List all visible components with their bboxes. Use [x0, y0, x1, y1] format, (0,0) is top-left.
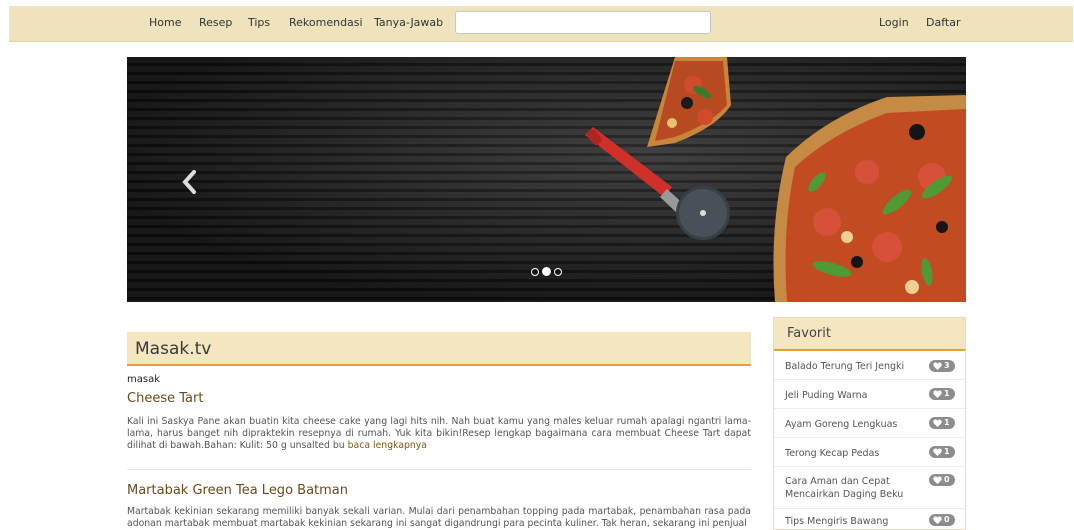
favorite-item[interactable]: Cara Aman dan Cepat Mencairkan Daging Be…: [774, 467, 965, 509]
favorite-item[interactable]: Tips Mengiris Bawang 0: [774, 509, 965, 530]
hero-carousel: [127, 57, 966, 302]
site-title: Masak.tv: [135, 339, 212, 359]
favorites-header: Favorit: [774, 318, 965, 351]
article-excerpt: Martabak kekinian sekarang memiliki bany…: [127, 506, 751, 530]
heart-icon: [933, 476, 942, 484]
chevron-left-icon: [182, 170, 196, 194]
like-count-badge: 1: [929, 446, 955, 458]
like-count: 0: [944, 475, 950, 484]
top-navbar: Home Resep Tips Rekomendasi Tanya-Jawab …: [9, 6, 1073, 42]
favorite-item-label: Ayam Goreng Lengkuas: [785, 419, 898, 430]
like-count-badge: 0: [929, 474, 955, 486]
heart-icon: [933, 390, 942, 398]
read-more-link[interactable]: baca lengkapnya: [348, 440, 427, 451]
favorite-item-label: Tips Mengiris Bawang: [785, 516, 889, 527]
register-link[interactable]: Daftar: [926, 16, 960, 29]
favorite-item[interactable]: Jeli Puding Warna 1: [774, 380, 965, 409]
like-count-badge: 3: [929, 360, 955, 372]
nav-home[interactable]: Home: [149, 16, 181, 29]
favorite-item-label: Terong Kecap Pedas: [785, 448, 880, 459]
favorite-item[interactable]: Terong Kecap Pedas 1: [774, 438, 965, 467]
favorite-item-label: Jeli Puding Warna: [785, 390, 868, 401]
login-link[interactable]: Login: [879, 16, 909, 29]
pizza: [773, 95, 966, 302]
like-count: 1: [944, 389, 950, 398]
main-panel-header: Masak.tv: [127, 332, 751, 366]
like-count: 1: [944, 447, 950, 456]
carousel-dot-1[interactable]: [531, 268, 539, 276]
heart-icon: [933, 516, 942, 524]
like-count: 3: [944, 361, 950, 370]
favorite-item[interactable]: Balado Terung Teri Jengki 3: [774, 351, 965, 380]
nav-tips[interactable]: Tips: [248, 16, 270, 29]
like-count: 1: [944, 418, 950, 427]
search-input[interactable]: [455, 11, 711, 34]
like-count-badge: 1: [929, 417, 955, 429]
favorites-title: Favorit: [787, 326, 831, 341]
article-excerpt-text: Martabak kekinian sekarang memiliki bany…: [127, 506, 751, 529]
favorite-item-label: Balado Terung Teri Jengki: [785, 361, 905, 372]
article-title[interactable]: Martabak Green Tea Lego Batman: [127, 483, 348, 498]
article-excerpt-text: Kali ini Saskya Pane akan buatin kita ch…: [127, 416, 751, 451]
article-title[interactable]: Cheese Tart: [127, 391, 203, 406]
site-tagline: masak: [127, 374, 160, 385]
like-count-badge: 1: [929, 388, 955, 400]
nav-tanya-jawab[interactable]: Tanya-Jawab: [374, 16, 443, 29]
carousel-prev-button[interactable]: [179, 169, 201, 195]
heart-icon: [933, 419, 942, 427]
heart-icon: [933, 362, 942, 370]
carousel-dot-3[interactable]: [554, 268, 562, 276]
pizza-slice: [647, 57, 731, 147]
article-divider: [127, 469, 751, 470]
carousel-image: [585, 57, 966, 302]
nav-rekomendasi[interactable]: Rekomendasi: [289, 16, 363, 29]
favorites-panel: Favorit Balado Terung Teri Jengki 3 Jeli…: [773, 317, 966, 530]
nav-resep[interactable]: Resep: [199, 16, 232, 29]
carousel-dot-2[interactable]: [542, 267, 551, 276]
like-count: 0: [944, 515, 950, 524]
carousel-indicators: [531, 267, 567, 277]
favorite-item-label: Cara Aman dan Cepat Mencairkan Daging Be…: [785, 476, 904, 500]
like-count-badge: 0: [929, 514, 955, 526]
heart-icon: [933, 448, 942, 456]
article-excerpt: Kali ini Saskya Pane akan buatin kita ch…: [127, 416, 751, 452]
favorite-item[interactable]: Ayam Goreng Lengkuas 1: [774, 409, 965, 438]
